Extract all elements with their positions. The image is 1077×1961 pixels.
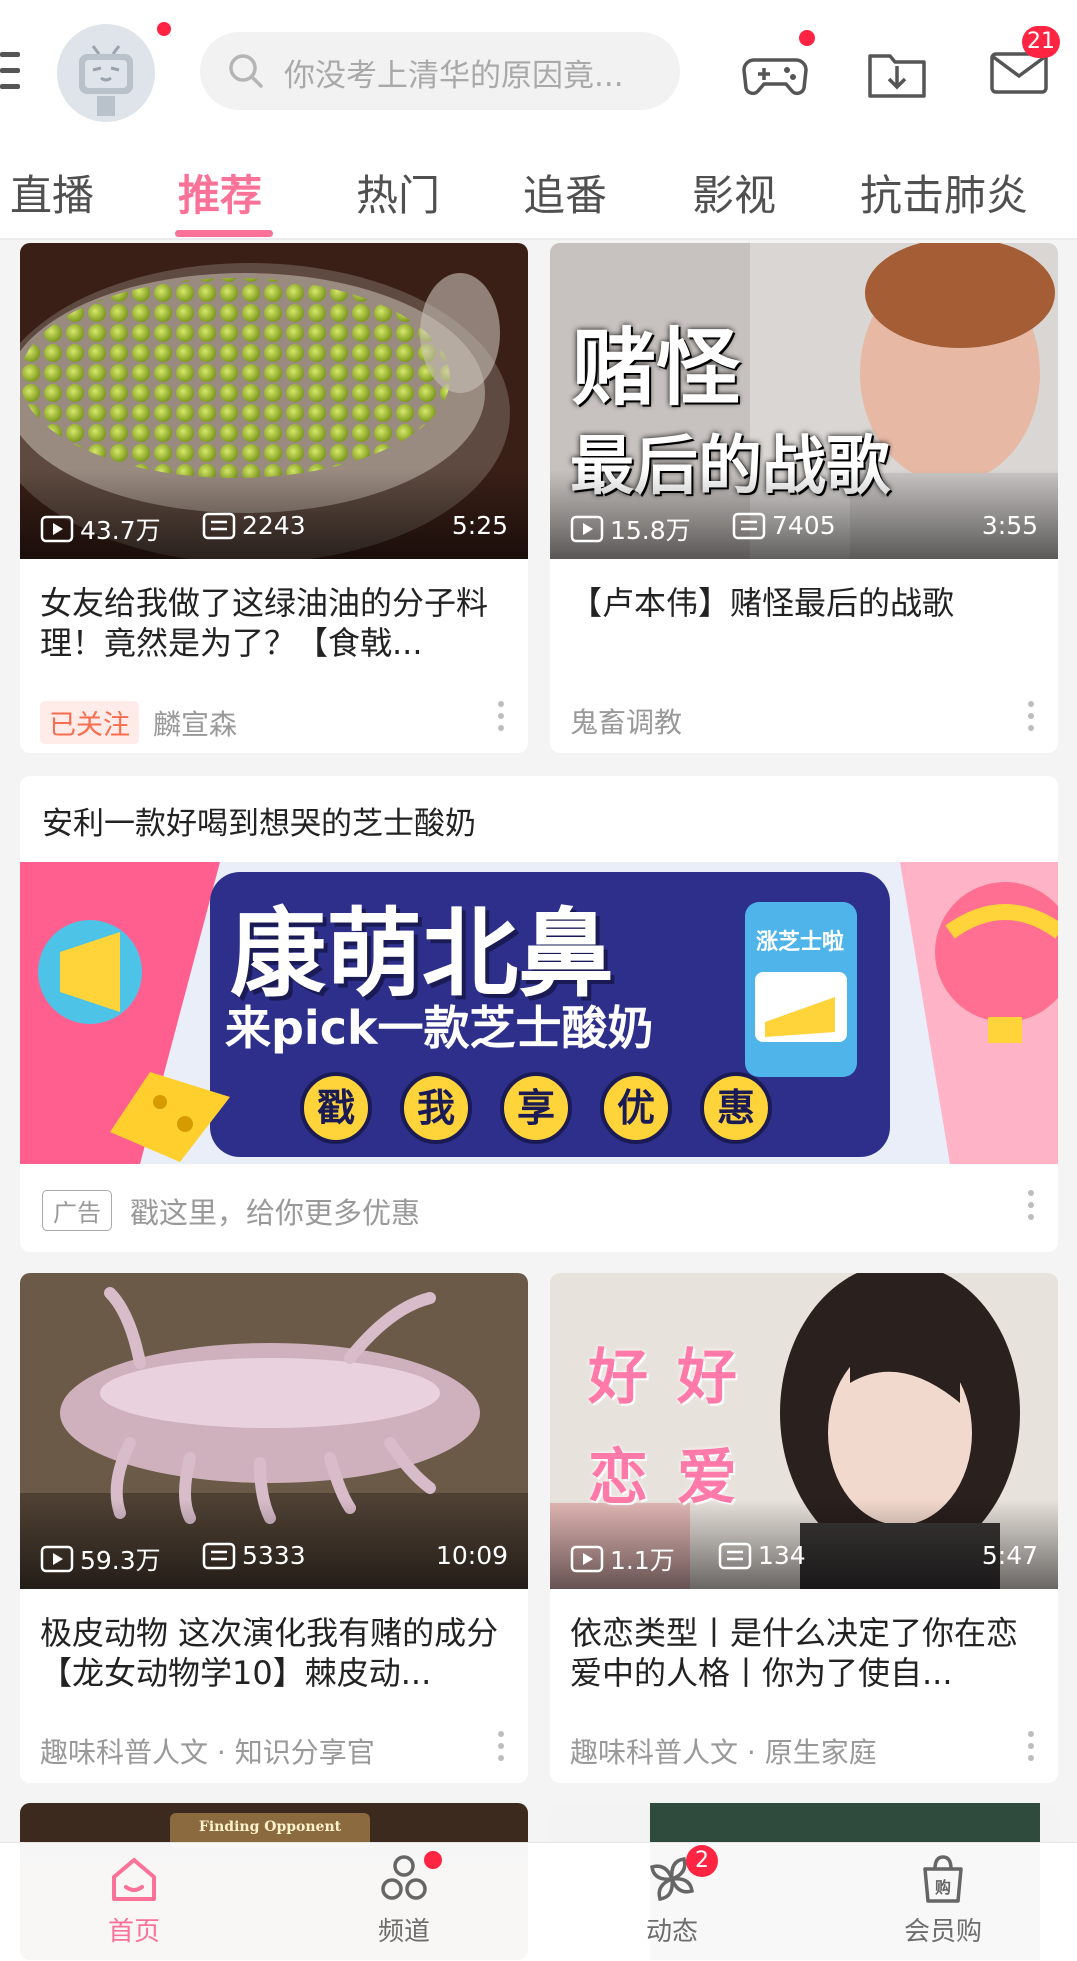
- search-bar[interactable]: 你没考上清华的原因竟...: [200, 32, 680, 110]
- ad-cta-buttons[interactable]: 戳 我 享 优 惠: [300, 1072, 772, 1144]
- svg-text:购: 购: [935, 1878, 951, 1897]
- message-badge: 21: [1022, 26, 1060, 58]
- active-tab-indicator: [175, 230, 273, 237]
- cta-circle: 戳: [300, 1072, 372, 1144]
- view-count: 43.7万: [40, 511, 161, 547]
- danmaku-icon: [202, 1542, 236, 1569]
- shop-bag-icon: 购: [923, 1855, 963, 1903]
- game-status-text: Finding Opponent: [198, 1819, 342, 1835]
- video-meta: 趣味科普人文 · 原生家庭: [570, 1731, 877, 1771]
- divider: [0, 238, 1077, 240]
- more-options-icon[interactable]: [498, 1731, 504, 1761]
- followed-tag: 已关注: [40, 701, 139, 744]
- video-thumbnail[interactable]: 好 好 恋 爱 1.1万 134 5:47: [550, 1273, 1058, 1589]
- ad-banner[interactable]: 康萌北鼻 来pick一款芝士酸奶 涨芝士啦 戳 我 享 优 惠: [20, 862, 1058, 1164]
- tab-movies[interactable]: 影视: [692, 162, 776, 223]
- video-thumbnail[interactable]: 43.7万 2243 5:25: [20, 243, 528, 559]
- category-tags[interactable]: 趣味科普人文 · 知识分享官: [40, 1731, 375, 1771]
- play-icon: [570, 515, 604, 543]
- view-count: 59.3万: [40, 1541, 161, 1577]
- ad-banner-subheadline: 来pick一款芝士酸奶: [225, 1001, 654, 1055]
- danmaku-icon: [202, 512, 236, 539]
- video-title[interactable]: 【卢本伟】赌怪最后的战歌: [570, 583, 1030, 623]
- tab-fight-pneumonia[interactable]: 抗击肺炎: [860, 162, 1028, 223]
- view-count: 15.8万: [570, 511, 691, 547]
- video-card[interactable]: 43.7万 2243 5:25 女友给我做了这绿油油的分子料理！竟然是为了？【食…: [20, 243, 528, 753]
- video-duration: 10:09: [435, 1541, 508, 1570]
- cta-circle: 惠: [700, 1072, 772, 1144]
- play-icon: [40, 515, 74, 543]
- video-thumbnail[interactable]: 59.3万 5333 10:09: [20, 1273, 528, 1589]
- avatar-notification-dot: [157, 22, 171, 36]
- video-duration: 5:47: [981, 1541, 1038, 1570]
- more-options-icon[interactable]: [1028, 1190, 1034, 1220]
- top-header: 你没考上清华的原因竟... 21 直播 推荐 热门 追番 影视 抗击肺炎: [0, 0, 1077, 240]
- tab-anime[interactable]: 追番: [523, 162, 607, 223]
- video-meta: 趣味科普人文 · 知识分享官: [40, 1731, 375, 1771]
- search-placeholder: 你没考上清华的原因竟...: [284, 58, 624, 94]
- video-title[interactable]: 依恋类型丨是什么决定了你在恋爱中的人格丨你为了使自...: [570, 1613, 1030, 1693]
- ad-title[interactable]: 安利一款好喝到想哭的芝士酸奶: [42, 798, 476, 843]
- search-icon: [229, 54, 263, 88]
- play-icon: [570, 1545, 604, 1573]
- video-title[interactable]: 极皮动物 这次演化我有赌的成分【龙女动物学10】棘皮动...: [40, 1613, 500, 1693]
- cta-circle: 我: [400, 1072, 472, 1144]
- view-count: 1.1万: [570, 1541, 675, 1577]
- danmaku-count: 7405: [732, 511, 836, 540]
- danmaku-icon: [732, 512, 766, 539]
- video-meta: 已关注 麟宣森: [40, 701, 237, 744]
- more-options-icon[interactable]: [1028, 1731, 1034, 1761]
- nav-shop[interactable]: 购 会员购: [873, 1851, 1013, 1959]
- tab-hot[interactable]: 热门: [356, 162, 440, 223]
- danmaku-count: 5333: [202, 1541, 306, 1570]
- game-notification-dot: [799, 30, 815, 46]
- bottom-navigation: 首页 频道 动态 2 购 会员购: [0, 1842, 1077, 1961]
- channel-notification-dot: [424, 1851, 442, 1869]
- video-title[interactable]: 女友给我做了这绿油油的分子料理！竟然是为了？【食戟...: [40, 583, 500, 663]
- video-duration: 5:25: [451, 511, 508, 540]
- ad-tag: 广告: [42, 1190, 112, 1231]
- category-tabs: 直播 推荐 热门 追番 影视 抗击肺炎: [0, 150, 1077, 240]
- play-icon: [40, 1545, 74, 1573]
- more-options-icon[interactable]: [1028, 701, 1034, 731]
- nav-dynamic[interactable]: 动态 2: [602, 1845, 742, 1959]
- thumbnail-caption-large: 好 好: [588, 1343, 741, 1413]
- thumbnail-caption-large: 赌怪: [572, 318, 741, 417]
- nav-channel[interactable]: 频道: [334, 1851, 474, 1959]
- category-tags[interactable]: 趣味科普人文 · 原生家庭: [570, 1731, 877, 1771]
- tv-mascot-icon: [79, 45, 133, 116]
- tab-live[interactable]: 直播: [10, 162, 94, 223]
- video-thumbnail[interactable]: 赌怪 最后的战歌 15.8万 7405 3:55: [550, 243, 1058, 559]
- danmaku-icon: [718, 1542, 752, 1569]
- dynamic-badge: 2: [686, 1845, 718, 1877]
- video-card[interactable]: 赌怪 最后的战歌 15.8万 7405 3:55 【卢本伟】赌怪最后的战歌 鬼畜…: [550, 243, 1058, 753]
- gamepad-icon[interactable]: [740, 38, 810, 108]
- channel-name[interactable]: 鬼畜调教: [570, 701, 682, 741]
- product-label: 涨芝士啦: [756, 930, 845, 955]
- video-meta: 鬼畜调教: [570, 701, 682, 741]
- ad-card[interactable]: 安利一款好喝到想哭的芝士酸奶 康萌北鼻 来pick一款芝士酸奶 涨芝士啦 戳 我…: [20, 776, 1058, 1252]
- cta-circle: 享: [500, 1072, 572, 1144]
- download-icon[interactable]: [862, 38, 932, 108]
- more-options-icon[interactable]: [498, 701, 504, 731]
- nav-home[interactable]: 首页: [64, 1851, 204, 1959]
- tab-recommend[interactable]: 推荐: [178, 162, 262, 223]
- danmaku-count: 134: [718, 1541, 806, 1570]
- avatar[interactable]: [57, 24, 155, 122]
- video-card[interactable]: 59.3万 5333 10:09 极皮动物 这次演化我有赌的成分【龙女动物学10…: [20, 1273, 528, 1783]
- uploader-name[interactable]: 麟宣森: [153, 703, 237, 743]
- home-icon: [112, 1858, 156, 1901]
- ad-subtitle[interactable]: 戳这里，给你更多优惠: [130, 1190, 420, 1232]
- cta-circle: 优: [600, 1072, 672, 1144]
- video-card[interactable]: 好 好 恋 爱 1.1万 134 5:47 依恋类型丨是什么决定了你在恋爱中的人…: [550, 1273, 1058, 1783]
- menu-icon[interactable]: [0, 52, 20, 92]
- danmaku-count: 2243: [202, 511, 306, 540]
- video-duration: 3:55: [981, 511, 1038, 540]
